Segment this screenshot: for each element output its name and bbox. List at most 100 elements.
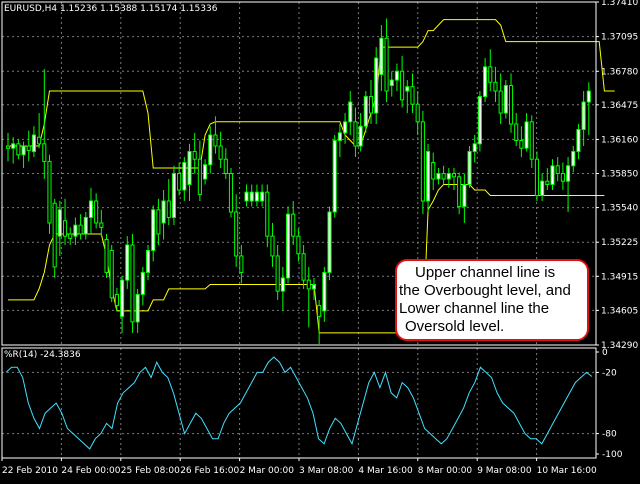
- candle-body: [68, 233, 73, 239]
- candle-body: [11, 143, 16, 149]
- price-tick-label: 1.34915: [601, 272, 638, 282]
- candle-body: [156, 209, 161, 235]
- candle: [135, 288, 140, 333]
- candle-body: [280, 277, 285, 292]
- candle: [384, 18, 389, 103]
- candle-body: [446, 173, 451, 180]
- candle-body: [337, 132, 342, 142]
- candle: [389, 71, 394, 97]
- chart-window[interactable]: 1.37410 1.37095 1.36780 1.36475 1.36160 1.358…: [0, 0, 640, 480]
- candle-body: [451, 173, 457, 178]
- candle: [234, 194, 239, 267]
- candle: [374, 47, 379, 125]
- candle: [508, 73, 514, 133]
- wpr-tick-label: -80: [602, 430, 617, 440]
- candle-body: [524, 121, 529, 149]
- candle: [140, 266, 145, 306]
- candle: [78, 214, 83, 240]
- wpr-tick-label: -20: [602, 368, 617, 378]
- candle-body: [265, 191, 270, 237]
- candle: [120, 275, 125, 333]
- candle-body: [114, 293, 119, 306]
- candle: [353, 107, 358, 158]
- candle-body: [177, 173, 182, 191]
- candle-body: [21, 145, 26, 156]
- price-tick-label: 1.34605: [601, 306, 638, 316]
- candle-body: [368, 96, 374, 114]
- callout-line: Oversold level.: [405, 318, 505, 335]
- candle: [73, 217, 78, 245]
- candle: [379, 25, 384, 92]
- price-tick-label: 1.36780: [601, 67, 638, 77]
- annotation-callout: Upper channel line is the Overbought lev…: [395, 259, 589, 341]
- candle: [576, 124, 581, 160]
- candle: [400, 55, 405, 108]
- candle-body: [560, 173, 565, 182]
- candle: [239, 244, 244, 284]
- candle: [130, 233, 135, 333]
- candle-body: [483, 66, 488, 98]
- candle: [31, 126, 36, 158]
- candle-body: [151, 209, 156, 251]
- candle-body: [94, 200, 99, 224]
- candle-body: [353, 121, 358, 147]
- candle: [571, 146, 576, 173]
- wpr-tick-label: 0: [602, 348, 608, 358]
- candle-body: [223, 158, 228, 174]
- candle-body: [161, 200, 166, 224]
- candle-body: [187, 151, 192, 185]
- candle: [166, 178, 171, 226]
- candle-body: [275, 255, 280, 292]
- candle: [503, 80, 508, 119]
- candle: [420, 110, 425, 215]
- price-tick-label: 1.37095: [601, 33, 638, 43]
- time-tick-label: 3 Mar 08:00: [299, 466, 354, 476]
- chart-canvas[interactable]: 1.37410 1.37095 1.36780 1.36475 1.36160 1.358…: [0, 0, 640, 480]
- time-tick-label: 2 Mar 00:00: [240, 466, 295, 476]
- candle: [581, 91, 586, 147]
- candle-body: [135, 293, 140, 323]
- candle: [254, 184, 259, 207]
- time-tick-label: 25 Feb 08:00: [121, 466, 180, 476]
- candle: [68, 227, 73, 245]
- candle: [566, 157, 571, 212]
- candle: [431, 152, 436, 190]
- candle-body: [57, 209, 62, 237]
- candle-body: [576, 129, 581, 153]
- candle: [26, 130, 31, 162]
- candle-body: [125, 244, 130, 281]
- symbol-header: EURUSD,H4 1.15236 1.15388 1.15174 1.1533…: [4, 4, 218, 14]
- candle-body: [140, 271, 145, 295]
- candle-body: [436, 173, 441, 180]
- candle-body: [457, 176, 462, 207]
- candle: [99, 209, 104, 237]
- candle: [451, 168, 457, 190]
- price-tick-label: 1.35850: [601, 170, 638, 180]
- candle: [244, 184, 249, 207]
- candle: [265, 184, 270, 248]
- candle-body: [540, 180, 545, 196]
- candle: [52, 198, 57, 278]
- candle-body: [249, 191, 254, 202]
- candle-body: [88, 200, 94, 218]
- candle-body: [78, 224, 83, 235]
- wpr-tick-label: -100: [602, 450, 623, 460]
- time-tick-label: 8 Mar 00:00: [418, 466, 473, 476]
- candle: [441, 165, 446, 185]
- candle: [555, 157, 560, 182]
- candle-body: [208, 134, 213, 166]
- candle-body: [519, 140, 524, 149]
- time-tick-label: 26 Feb 16:00: [180, 466, 239, 476]
- candle-body: [503, 85, 508, 114]
- candle-body: [498, 90, 503, 114]
- time-tick-label: 24 Feb 00:00: [61, 466, 120, 476]
- candle-body: [182, 162, 187, 191]
- candle-body: [394, 70, 399, 81]
- candle-body: [379, 37, 384, 76]
- candle-body: [358, 125, 363, 147]
- candle: [280, 266, 285, 311]
- candle: [285, 206, 291, 284]
- candle: [270, 222, 275, 267]
- candle-body: [203, 164, 208, 180]
- candle: [203, 159, 208, 185]
